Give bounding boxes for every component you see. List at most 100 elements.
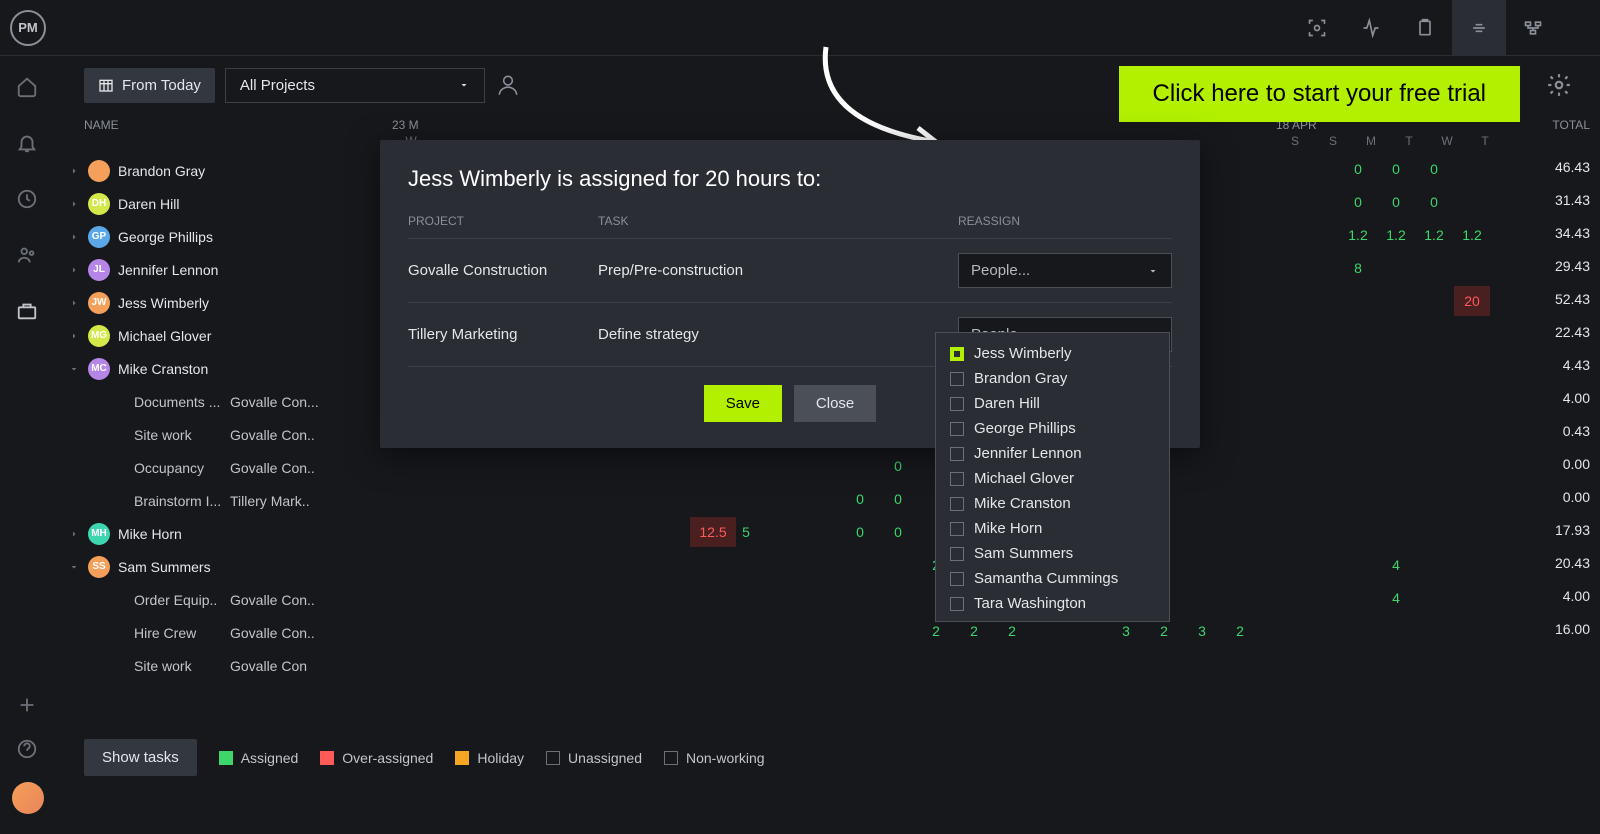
checkbox[interactable] [950, 422, 964, 436]
expand-chevron[interactable] [68, 297, 80, 309]
workload-cell[interactable]: 0 [1416, 154, 1452, 184]
bell-icon[interactable] [16, 132, 40, 156]
logo[interactable]: PM [0, 0, 56, 56]
person-name: Sam Summers [974, 545, 1073, 562]
task-row[interactable]: Hire CrewGovalle Con.. [56, 616, 386, 649]
workload-cell[interactable]: 1.2 [1454, 220, 1490, 250]
from-today-button[interactable]: From Today [84, 68, 215, 103]
person-row[interactable]: MCMike Cranston [56, 352, 386, 385]
activity-icon[interactable] [1344, 0, 1398, 56]
workload-cell[interactable]: 0 [880, 484, 916, 514]
dropdown-person-item[interactable]: Jess Wimberly [936, 341, 1169, 366]
expand-chevron[interactable] [68, 330, 80, 342]
expand-chevron[interactable] [68, 561, 80, 573]
workload-cell[interactable]: 0 [1340, 154, 1376, 184]
person-row[interactable]: DHDaren Hill [56, 187, 386, 220]
person-row[interactable]: MGMichael Glover [56, 319, 386, 352]
task-row[interactable]: Brainstorm I...Tillery Mark.. [56, 484, 386, 517]
person-row[interactable]: JWJess Wimberly [56, 286, 386, 319]
task-row[interactable]: Documents ...Govalle Con... [56, 385, 386, 418]
workload-cell[interactable]: 0 [1378, 187, 1414, 217]
workload-cell[interactable]: 4 [1378, 583, 1414, 613]
expand-chevron[interactable] [68, 198, 80, 210]
person-row[interactable]: Brandon Gray [56, 154, 386, 187]
person-row[interactable]: GPGeorge Phillips [56, 220, 386, 253]
expand-chevron[interactable] [68, 264, 80, 276]
dropdown-person-item[interactable]: George Phillips [936, 416, 1169, 441]
workload-cell[interactable]: 3 [1184, 616, 1220, 646]
modal-project: Govalle Construction [408, 262, 598, 279]
plus-icon[interactable] [16, 694, 40, 718]
person-row[interactable]: MHMike Horn [56, 517, 386, 550]
show-tasks-button[interactable]: Show tasks [84, 739, 197, 776]
checkbox[interactable] [950, 397, 964, 411]
cta-banner[interactable]: Click here to start your free trial [1119, 66, 1520, 122]
avatar: DH [88, 193, 110, 215]
expand-chevron[interactable] [68, 363, 80, 375]
save-button[interactable]: Save [704, 385, 782, 422]
modal-header-row: PROJECT TASK REASSIGN [408, 214, 1172, 239]
dropdown-person-item[interactable]: Brandon Gray [936, 366, 1169, 391]
attachment-icon[interactable] [1452, 0, 1506, 56]
workload-cell[interactable]: 0 [1340, 187, 1376, 217]
person-name: Michael Glover [974, 470, 1074, 487]
workload-cell[interactable]: 0 [1378, 154, 1414, 184]
people-icon[interactable] [16, 244, 40, 268]
dropdown-person-item[interactable]: Samantha Cummings [936, 566, 1169, 591]
workload-cell[interactable]: 1.2 [1340, 220, 1376, 250]
total-header: TOTAL [1532, 118, 1590, 132]
dropdown-person-item[interactable]: Mike Horn [936, 516, 1169, 541]
checkbox[interactable] [950, 372, 964, 386]
flow-icon[interactable] [1506, 0, 1560, 56]
workload-cell[interactable]: 0 [880, 451, 916, 481]
close-button[interactable]: Close [794, 385, 876, 422]
home-icon[interactable] [16, 76, 40, 100]
dropdown-person-item[interactable]: Jennifer Lennon [936, 441, 1169, 466]
checkbox[interactable] [950, 447, 964, 461]
task-row[interactable]: OccupancyGovalle Con.. [56, 451, 386, 484]
workload-cell[interactable]: 20 [1454, 286, 1490, 316]
workload-cell[interactable]: 2 [1222, 616, 1258, 646]
checkbox[interactable] [950, 497, 964, 511]
workload-cell[interactable]: 1.2 [1378, 220, 1414, 250]
dropdown-person-item[interactable]: Daren Hill [936, 391, 1169, 416]
expand-chevron[interactable] [68, 231, 80, 243]
dropdown-person-item[interactable]: Michael Glover [936, 466, 1169, 491]
reassign-dropdown[interactable]: People... [958, 253, 1172, 288]
checkbox[interactable] [950, 472, 964, 486]
workload-cell[interactable]: 4 [1378, 550, 1414, 580]
people-dropdown-panel[interactable]: Jess WimberlyBrandon GrayDaren HillGeorg… [935, 332, 1170, 622]
checkbox[interactable] [950, 597, 964, 611]
workload-cell[interactable]: 0 [880, 517, 916, 547]
clock-icon[interactable] [16, 188, 40, 212]
task-row[interactable]: Site workGovalle Con [56, 649, 386, 682]
checkbox[interactable] [950, 547, 964, 561]
total-value: 46.43 [1532, 150, 1590, 183]
user-avatar[interactable] [12, 782, 44, 814]
person-row[interactable]: JLJennifer Lennon [56, 253, 386, 286]
person-row[interactable]: SSSam Summers [56, 550, 386, 583]
help-icon[interactable] [16, 738, 40, 762]
dropdown-person-item[interactable]: Tara Washington [936, 591, 1169, 616]
settings-button[interactable] [1546, 72, 1572, 98]
task-row[interactable]: Site workGovalle Con.. [56, 418, 386, 451]
dropdown-person-item[interactable]: Mike Cranston [936, 491, 1169, 516]
checkbox[interactable] [950, 347, 964, 361]
checkbox[interactable] [950, 572, 964, 586]
expand-chevron[interactable] [68, 528, 80, 540]
workload-cell[interactable]: 8 [1340, 253, 1376, 283]
task-row[interactable]: Order Equip..Govalle Con.. [56, 583, 386, 616]
dropdown-person-item[interactable]: Sam Summers [936, 541, 1169, 566]
workload-cell[interactable]: 1.2 [1416, 220, 1452, 250]
workload-cell[interactable]: 0 [842, 484, 878, 514]
projects-dropdown[interactable]: All Projects [225, 68, 485, 103]
workload-cell[interactable]: 5 [728, 517, 764, 547]
scan-icon[interactable] [1290, 0, 1344, 56]
expand-chevron[interactable] [68, 165, 80, 177]
clipboard-icon[interactable] [1398, 0, 1452, 56]
person-icon[interactable] [495, 72, 521, 98]
briefcase-icon[interactable] [16, 300, 40, 324]
workload-cell[interactable]: 0 [842, 517, 878, 547]
workload-cell[interactable]: 0 [1416, 187, 1452, 217]
checkbox[interactable] [950, 522, 964, 536]
